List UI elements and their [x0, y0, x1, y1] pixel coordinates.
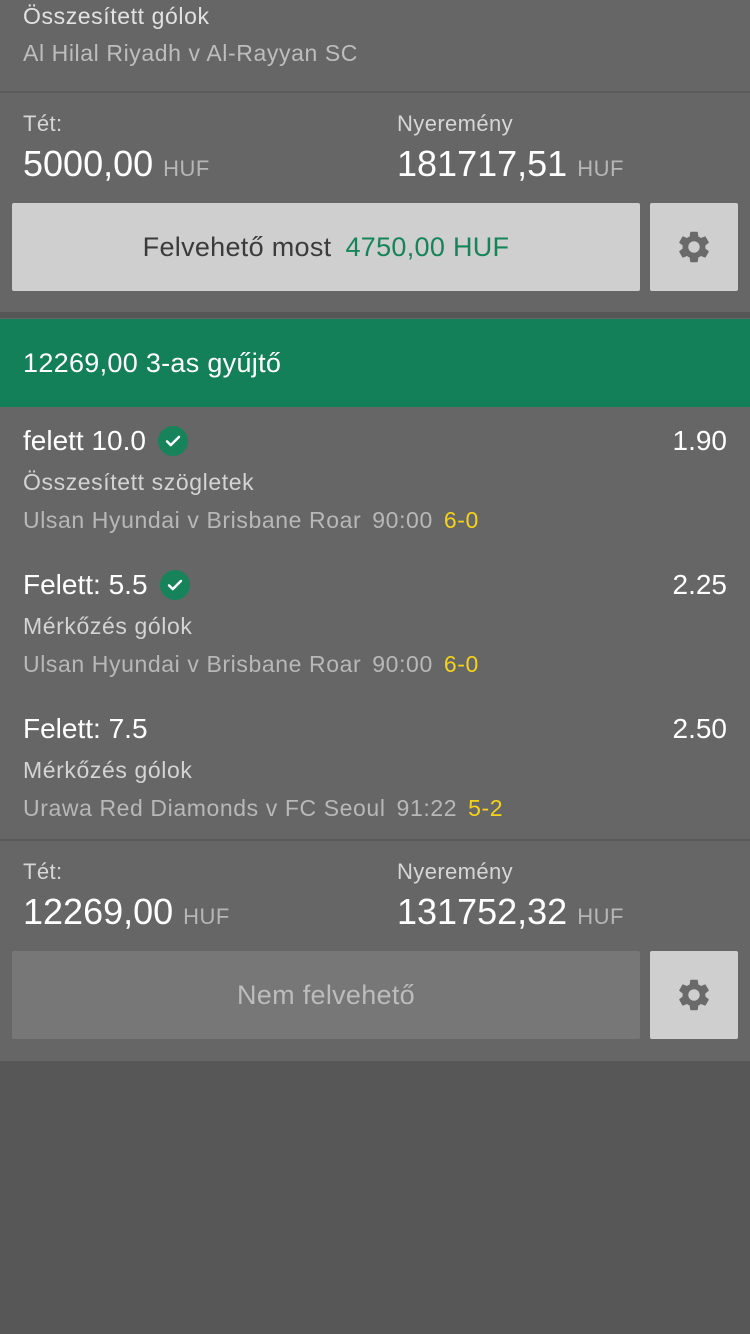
selection-event: Urawa Red Diamonds v FC Seoul: [23, 795, 386, 821]
selection-title: felett 10.0: [23, 425, 188, 457]
bet-card-previous: Összesített gólok Al Hilal Riyadh v Al-R…: [0, 0, 750, 312]
selection-market: Mérkőzés gólok: [23, 613, 193, 639]
gear-icon: [679, 231, 709, 263]
selection-item: Felett: 7.5 2.50 Mérkőzés gólok Urawa Re…: [0, 713, 750, 843]
cashout-label: Nem felvehető: [237, 979, 415, 1010]
stake-currency: HUF: [183, 904, 230, 929]
check-icon: [157, 426, 188, 456]
selection-market: Összesített gólok: [23, 3, 210, 29]
divider: [0, 91, 750, 93]
selection-market: Mérkőzés gólok: [23, 757, 193, 783]
match-time: 90:00: [372, 507, 433, 533]
selection-market: Összesített szögletek: [23, 469, 255, 495]
cashout-button-disabled[interactable]: Nem felvehető: [12, 951, 640, 1039]
stake-value: 5000,00: [23, 143, 154, 184]
match-score: 6-0: [443, 507, 479, 533]
match-score: 6-0: [443, 651, 479, 677]
bet-header-title: 12269,00 3-as gyűjtő: [23, 347, 282, 378]
cashout-value: 4750,00 HUF: [345, 231, 510, 262]
check-icon: [159, 570, 190, 600]
stake-value: 12269,00: [23, 891, 174, 932]
selection-event-row: Urawa Red Diamonds v FC Seoul 91:22 5-2: [23, 795, 503, 822]
selection-event: Ulsan Hyundai v Brisbane Roar: [23, 651, 362, 677]
winnings-currency: HUF: [577, 904, 624, 929]
selection-name: Felett: 7.5: [23, 713, 148, 744]
bet-card-accumulator: 12269,00 3-as gyűjtő felett 10.0 1.90 Ös…: [0, 318, 750, 1061]
stake-amount: 5000,00 HUF: [23, 143, 210, 185]
winnings-label: Nyeremény: [397, 111, 514, 136]
stake-label: Tét:: [23, 859, 63, 884]
stake-amount: 12269,00 HUF: [23, 891, 230, 933]
match-score: 5-2: [468, 795, 504, 821]
bet-header[interactable]: 12269,00 3-as gyűjtő: [0, 319, 750, 407]
selection-odds: 2.50: [672, 713, 728, 744]
winnings-value: 181717,51: [397, 143, 568, 184]
selection-event-row: Ulsan Hyundai v Brisbane Roar 90:00 6-0: [23, 507, 479, 534]
stake-label: Tét:: [23, 111, 63, 136]
winnings-amount: 181717,51 HUF: [397, 143, 624, 185]
selection-item: felett 10.0 1.90 Összesített szögletek U…: [0, 425, 750, 555]
divider: [0, 839, 750, 841]
selection-event-row: Ulsan Hyundai v Brisbane Roar 90:00 6-0: [23, 651, 479, 678]
winnings-amount: 131752,32 HUF: [397, 891, 624, 933]
selection-odds: 1.90: [672, 425, 728, 456]
settings-button[interactable]: [650, 203, 738, 291]
selection-odds: 2.25: [672, 569, 728, 600]
cashout-button[interactable]: Felvehető most 4750,00 HUF: [12, 203, 640, 291]
match-time: 90:00: [372, 651, 433, 677]
selection-title: Felett: 7.5: [23, 713, 148, 745]
selection-event: Ulsan Hyundai v Brisbane Roar: [23, 507, 362, 533]
winnings-value: 131752,32: [397, 891, 568, 932]
gear-icon: [679, 979, 709, 1011]
selection-name: Felett: 5.5: [23, 569, 148, 600]
winnings-label: Nyeremény: [397, 859, 514, 884]
selection-item: Felett: 5.5 2.25 Mérkőzés gólok Ulsan Hy…: [0, 569, 750, 699]
cashout-label: Felvehető most: [142, 231, 332, 262]
selection-title: Felett: 5.5: [23, 569, 190, 601]
settings-button[interactable]: [650, 951, 738, 1039]
winnings-currency: HUF: [577, 156, 624, 181]
selection-event: Al Hilal Riyadh v Al-Rayyan SC: [23, 40, 359, 66]
selection-name: felett 10.0: [23, 425, 146, 456]
match-time: 91:22: [396, 795, 458, 821]
stake-currency: HUF: [163, 156, 210, 181]
